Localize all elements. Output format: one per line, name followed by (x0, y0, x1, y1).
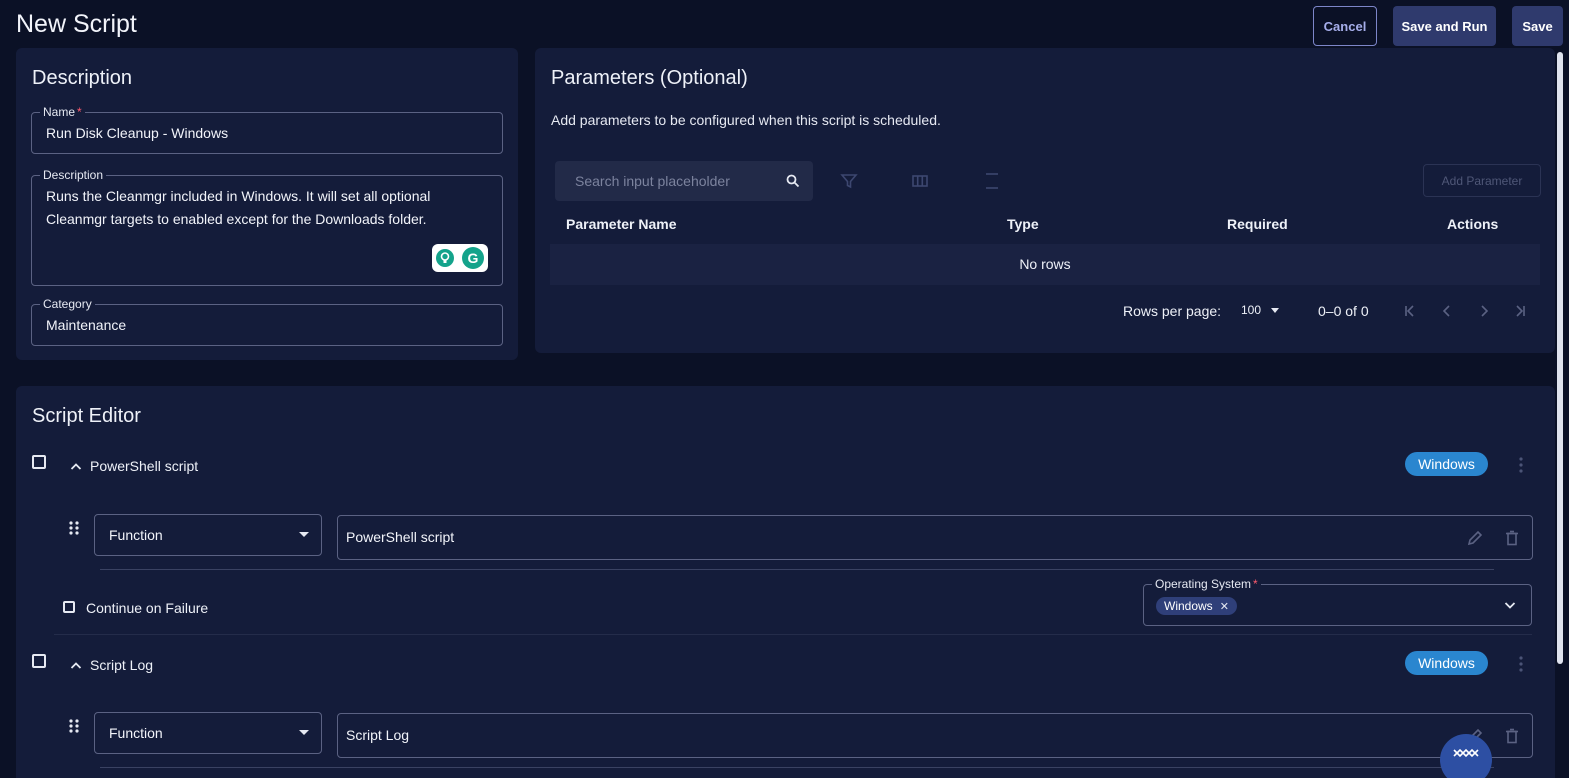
os-badge: Windows (1405, 651, 1488, 675)
parameters-card: Parameters (Optional) Add parameters to … (535, 48, 1555, 353)
step-divider (100, 767, 1494, 768)
required-mark: * (1253, 577, 1258, 591)
last-page-icon[interactable] (1511, 302, 1529, 320)
parameter-search[interactable] (555, 161, 813, 201)
no-rows-text: No rows (1019, 256, 1071, 272)
step-name-value[interactable]: Script Log (346, 727, 409, 743)
description-field-label: Description (40, 168, 107, 182)
category-field-label: Category (40, 297, 95, 311)
close-icon[interactable]: ✕ (1220, 600, 1229, 613)
step-header-script-log[interactable]: Script Log (70, 657, 153, 673)
column-header-actions: Actions (1447, 216, 1499, 232)
operating-system-select[interactable]: Operating System * Windows ✕ (1143, 577, 1532, 626)
category-field[interactable]: Category Maintenance (31, 297, 503, 346)
column-header-parameter-name[interactable]: Parameter Name (566, 216, 677, 232)
density-icon[interactable] (983, 172, 1001, 190)
select-step-checkbox[interactable] (32, 455, 46, 469)
step-title: Script Log (90, 657, 154, 673)
name-field-label: Name * (40, 105, 85, 119)
step-name-value[interactable]: PowerShell script (346, 529, 454, 545)
continue-on-failure-checkbox[interactable] (63, 601, 75, 613)
caret-down-icon[interactable] (299, 532, 309, 537)
search-input[interactable] (555, 161, 780, 201)
grammarly-widget[interactable]: G (432, 244, 488, 272)
drag-handle-icon[interactable] (68, 718, 80, 734)
columns-icon[interactable] (911, 172, 929, 190)
save-and-run-button[interactable]: Save and Run (1393, 6, 1496, 46)
os-chip-label: Windows (1164, 599, 1213, 613)
next-page-icon[interactable] (1475, 302, 1493, 320)
top-bar: New Script Cancel Save and Run Save (0, 0, 1569, 50)
name-field[interactable]: Name * Run Disk Cleanup - Windows (31, 105, 503, 154)
help-fab-button[interactable] (1440, 734, 1492, 778)
caret-down-icon[interactable] (1271, 307, 1280, 313)
script-editor-card: Script Editor PowerShell script Windows … (16, 386, 1555, 778)
description-line-1: Runs the Cleanmgr included in Windows. I… (46, 188, 431, 204)
script-editor-title: Script Editor (32, 405, 141, 427)
filter-icon[interactable] (840, 172, 858, 190)
save-button[interactable]: Save (1512, 6, 1563, 46)
chevron-down-icon[interactable] (1503, 598, 1517, 612)
step-type-select[interactable]: Function (94, 514, 322, 556)
more-vertical-icon[interactable] (1518, 655, 1524, 673)
os-badge: Windows (1405, 452, 1488, 476)
step-type-value[interactable]: Function (109, 725, 163, 741)
trash-icon[interactable] (1503, 529, 1521, 547)
description-card-title: Description (32, 67, 133, 89)
step-title: PowerShell script (90, 458, 199, 474)
cancel-button[interactable]: Cancel (1313, 6, 1377, 46)
page-title: New Script (16, 10, 137, 38)
lightbulb-icon[interactable] (436, 249, 454, 267)
category-field-value[interactable]: Maintenance (46, 314, 126, 337)
chevron-up-icon[interactable] (70, 661, 82, 669)
step-type-value[interactable]: Function (109, 527, 163, 543)
description-line-2: Cleanmgr targets to enabled except for t… (46, 211, 427, 227)
step-name-field[interactable]: PowerShell script (337, 515, 1533, 560)
prev-page-icon[interactable] (1438, 302, 1456, 320)
add-parameter-button[interactable]: Add Parameter (1423, 164, 1541, 197)
pagination-range: 0–0 of 0 (1318, 303, 1369, 319)
pencil-icon[interactable] (1466, 529, 1484, 547)
column-header-required[interactable]: Required (1227, 216, 1288, 232)
description-field[interactable]: Description Runs the Cleanmgr included i… (31, 168, 503, 286)
step-header-powershell[interactable]: PowerShell script (70, 458, 198, 474)
parameters-card-title: Parameters (Optional) (551, 67, 748, 89)
step-type-select[interactable]: Function (94, 712, 322, 754)
empty-table-row: No rows (550, 244, 1540, 285)
rows-per-page-label: Rows per page: (1123, 303, 1222, 319)
section-divider (54, 634, 1532, 635)
first-page-icon[interactable] (1401, 302, 1419, 320)
drag-handle-icon[interactable] (68, 520, 80, 536)
description-field-value[interactable]: Runs the Cleanmgr included in Windows. I… (46, 185, 430, 231)
rows-per-page-select[interactable]: 100 (1241, 303, 1280, 317)
name-field-value[interactable]: Run Disk Cleanup - Windows (46, 122, 228, 145)
column-header-type[interactable]: Type (1007, 216, 1039, 232)
search-icon[interactable] (785, 173, 801, 189)
continue-on-failure-label: Continue on Failure (86, 600, 209, 616)
page-scrollbar[interactable] (1557, 52, 1563, 664)
os-chip[interactable]: Windows ✕ (1156, 597, 1237, 615)
parameters-description: Add parameters to be configured when thi… (551, 112, 941, 128)
rows-per-page-value[interactable]: 100 (1241, 303, 1261, 317)
step-name-field[interactable]: Script Log (337, 713, 1533, 758)
required-mark: * (77, 105, 82, 119)
assistant-logo-icon[interactable] (1440, 742, 1492, 772)
step-divider (100, 569, 1494, 570)
chevron-up-icon[interactable] (70, 462, 82, 470)
operating-system-label: Operating System * (1152, 577, 1261, 591)
trash-icon[interactable] (1503, 727, 1521, 745)
more-vertical-icon[interactable] (1518, 456, 1524, 474)
select-step-checkbox[interactable] (32, 654, 46, 668)
grammarly-logo-icon[interactable]: G (462, 247, 484, 269)
caret-down-icon[interactable] (299, 730, 309, 735)
description-card: Description Name * Run Disk Cleanup - Win… (16, 48, 518, 360)
